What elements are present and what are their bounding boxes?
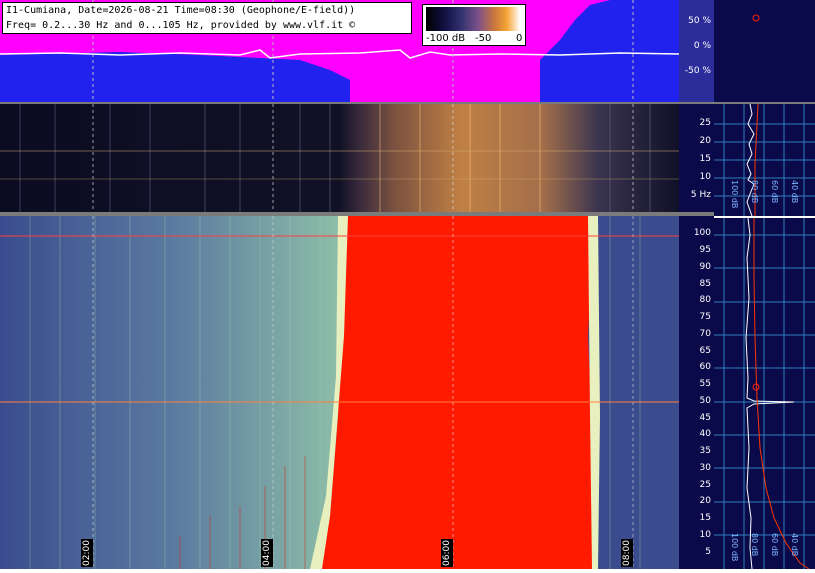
side-panel-mid: 100 dB 80 dB 60 dB 40 dB	[714, 103, 815, 217]
colorbar-label-max: 0	[516, 33, 523, 44]
db-label-4: 40 dB	[790, 180, 799, 204]
axis-label-65: 65	[699, 346, 711, 356]
red-saturation-band	[320, 216, 595, 569]
station-info-line2: Freq= 0.2...30 Hz and 0...105 Hz, provid…	[6, 20, 356, 31]
axis-label-pct-50: 50 %	[688, 16, 711, 26]
axis-label-pct-neg50: -50 %	[684, 66, 711, 76]
axis-label-hz-5: 5 Hz	[690, 190, 711, 200]
waveform-axis: 50 % 0 % -50 %	[679, 0, 714, 102]
axis-label-pct-0: 0 %	[693, 41, 711, 51]
station-info-box: I1-Cumiana, Date=2026-08-21 Time=08:30 (…	[2, 2, 412, 34]
axis-label-hz-10: 10	[699, 172, 711, 182]
db-label-bottom-1: 100 dB	[730, 533, 739, 562]
low-freq-spectrogram	[0, 104, 679, 212]
db-label-bottom-2: 80 dB	[750, 533, 759, 557]
axis-label-50: 50	[699, 396, 711, 406]
colorbar-gradient	[426, 7, 520, 31]
axis-label-15: 15	[699, 513, 711, 523]
axis-label-90: 90	[699, 262, 711, 272]
time-marker-0800: 08:00	[621, 539, 633, 567]
axis-label-70: 70	[699, 329, 711, 339]
high-freq-axis: 100 95 90 85 80 75 70 65 60 55 50 45 40 …	[679, 216, 714, 569]
colorbar-label-mid: -50	[475, 33, 492, 44]
time-marker-0400: 04:00	[261, 539, 273, 567]
station-info-line1: I1-Cumiana, Date=2026-08-21 Time=08:30 (…	[6, 5, 356, 16]
db-label-bottom-4: 40 dB	[790, 533, 799, 557]
waveform-fill-left	[0, 52, 350, 102]
side-bottom-plot	[714, 217, 815, 570]
axis-label-20: 20	[699, 496, 711, 506]
axis-label-25: 25	[699, 480, 711, 490]
axis-label-85: 85	[699, 279, 711, 289]
axis-label-hz-25: 25	[699, 118, 711, 128]
db-label-3: 60 dB	[770, 180, 779, 204]
axis-label-75: 75	[699, 312, 711, 322]
side-top-plot	[752, 14, 760, 22]
colorbar-legend: -100 dB -50 0	[422, 4, 526, 46]
axis-label-hz-15: 15	[699, 154, 711, 164]
high-freq-spectrogram	[0, 216, 679, 569]
time-marker-0200: 02:00	[81, 539, 93, 567]
time-marker-0600: 06:00	[441, 539, 453, 567]
axis-label-95: 95	[699, 245, 711, 255]
axis-label-hz-20: 20	[699, 136, 711, 146]
axis-label-10: 10	[699, 530, 711, 540]
axis-label-100: 100	[693, 228, 711, 238]
axis-label-35: 35	[699, 446, 711, 456]
axis-label-80: 80	[699, 295, 711, 305]
waveform-fill-right-lower	[570, 60, 679, 102]
high-freq-spectrogram-texture	[0, 216, 679, 569]
axis-label-45: 45	[699, 413, 711, 423]
axis-label-55: 55	[699, 379, 711, 389]
side-panel-top	[714, 0, 815, 102]
db-label-bottom-3: 60 dB	[770, 533, 779, 557]
axis-label-5: 5	[705, 547, 711, 557]
axis-label-30: 30	[699, 463, 711, 473]
axis-label-60: 60	[699, 362, 711, 372]
waveform-panel: I1-Cumiana, Date=2026-08-21 Time=08:30 (…	[0, 0, 679, 102]
axis-label-40: 40	[699, 429, 711, 439]
low-freq-spectrogram-texture	[0, 104, 679, 212]
colorbar-label-min: -100 dB	[426, 33, 466, 44]
db-label-2: 80 dB	[750, 180, 759, 204]
side-panel-bottom: 100 dB 80 dB 60 dB 40 dB	[714, 217, 815, 570]
low-freq-axis: 25 20 15 10 5 Hz	[679, 104, 714, 212]
db-label-1: 100 dB	[730, 180, 739, 209]
